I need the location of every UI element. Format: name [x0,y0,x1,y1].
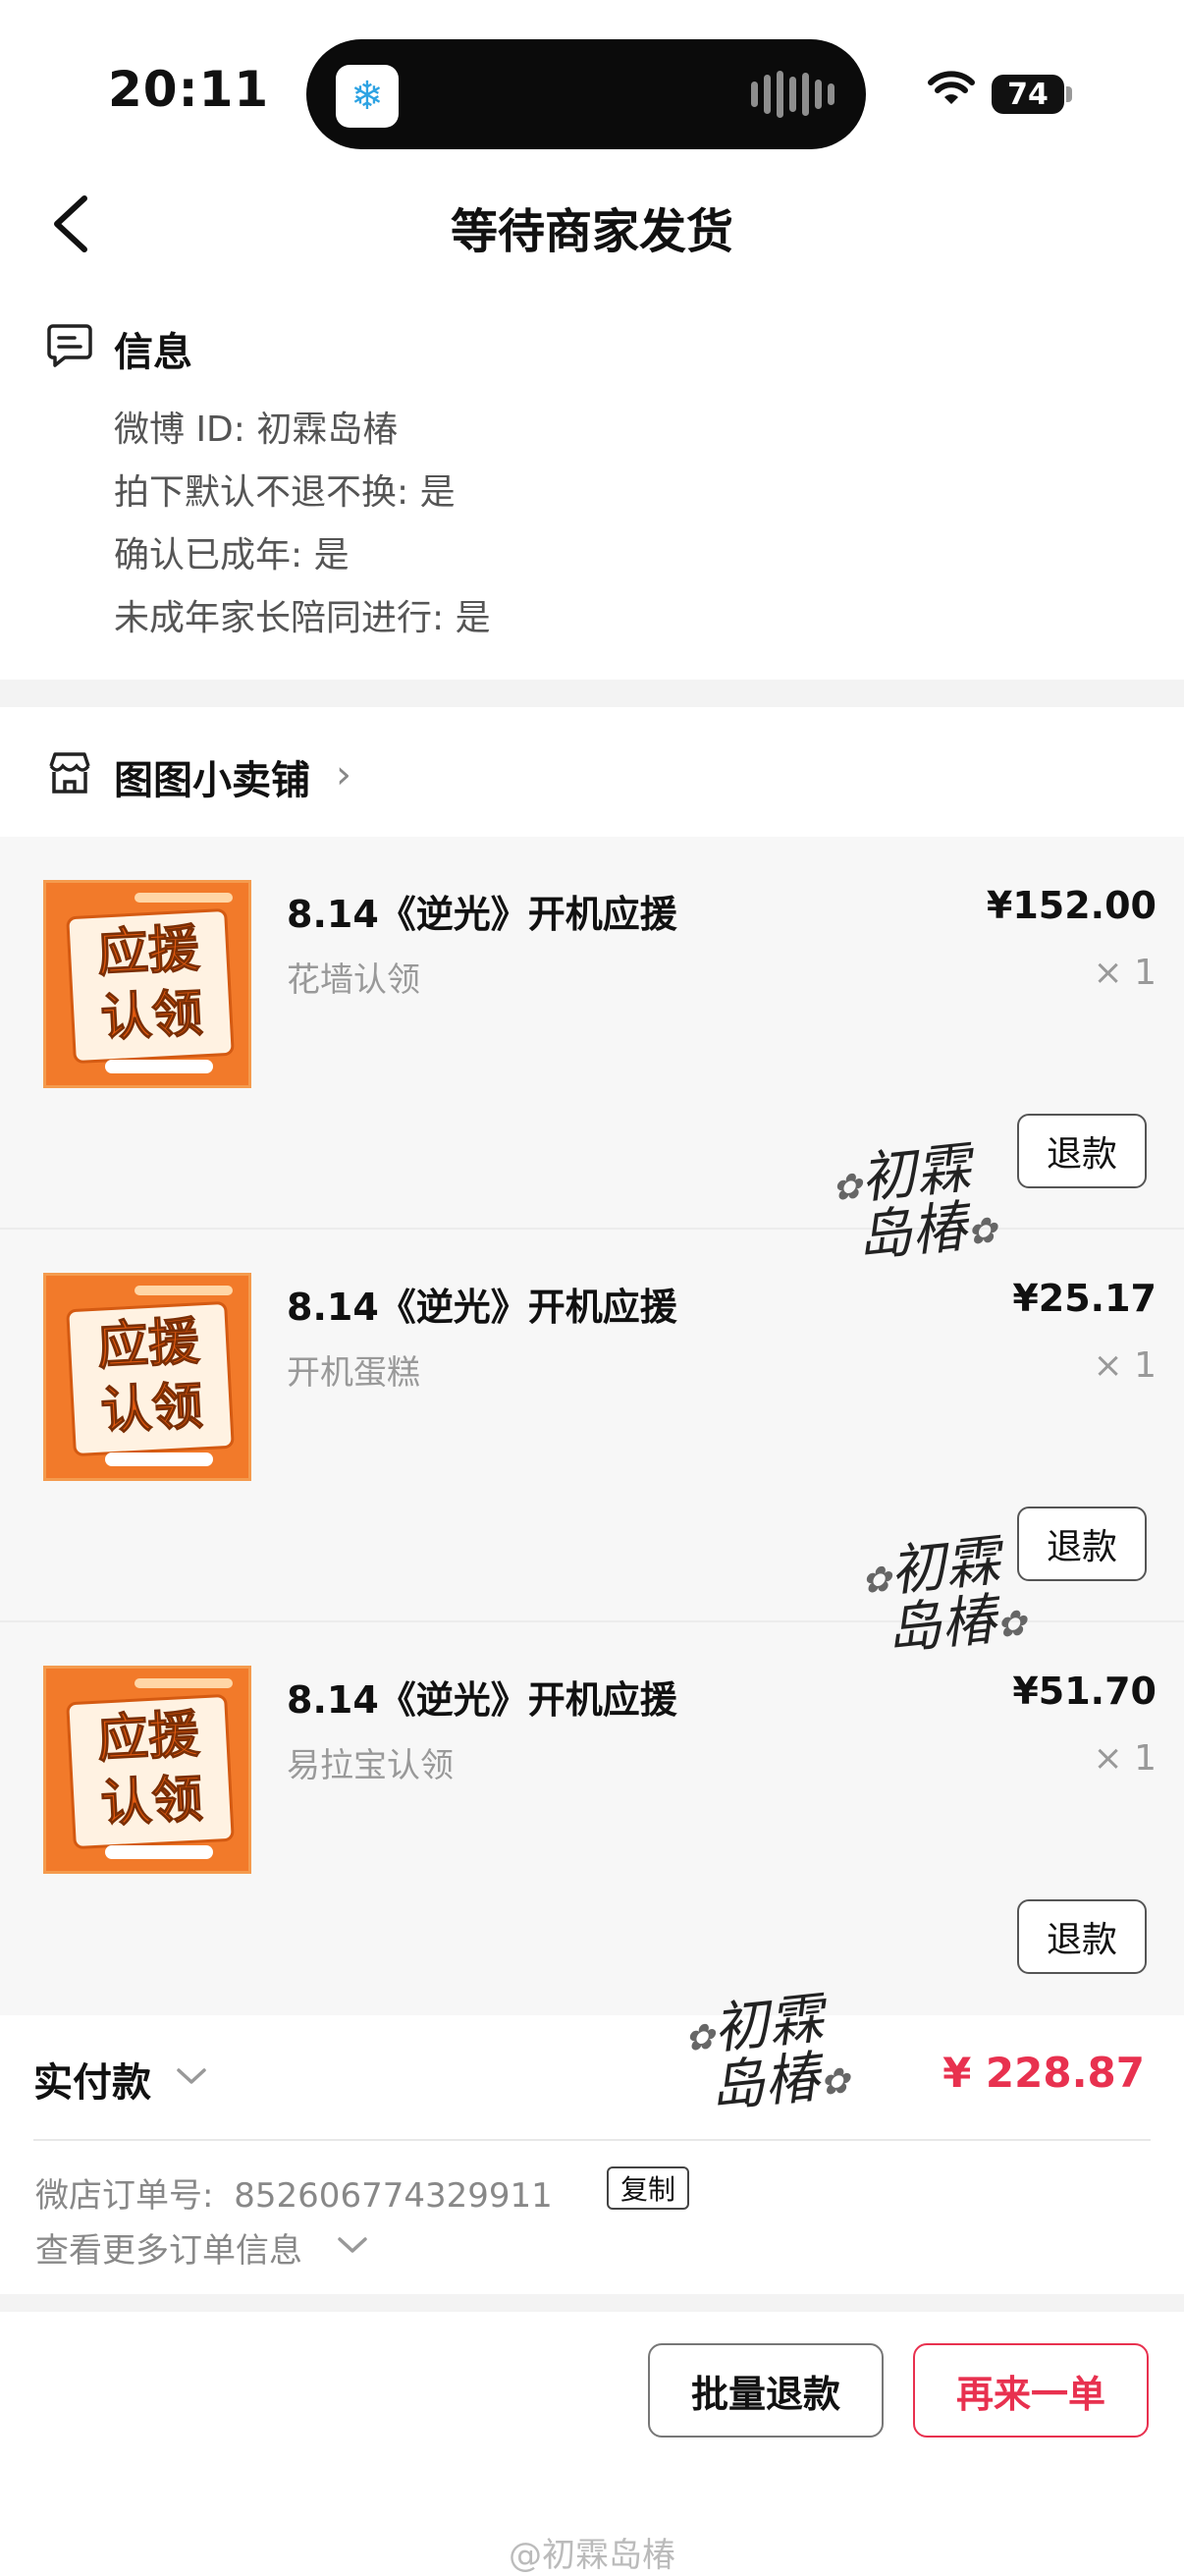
product-title: 8.14《逆光》开机应援 [287,893,677,936]
product-thumbnail[interactable]: 应援 认领 [43,1273,251,1481]
thumbnail-text: 认领 [99,984,205,1049]
watermark-line: 岛椿 [853,1194,970,1271]
thumbnail-text: 应援 [95,1312,201,1377]
product-price: ¥51.70 [1012,1670,1157,1713]
product-price: ¥152.00 [986,884,1157,927]
audio-wave-icon [751,71,834,118]
separator-line [33,2139,1151,2141]
product-variant: 开机蛋糕 [287,1353,420,1393]
info-line-adult-confirm: 确认已成年: 是 [114,535,350,575]
thumbnail-text: 应援 [95,919,201,984]
thumbnail-text: 认领 [99,1377,205,1442]
refund-button[interactable]: 退款 [1017,1507,1147,1581]
watermark-signature: ✿初霖 岛椿✿ [830,1135,999,1271]
order-number-label: 微店订单号: [35,2176,214,2216]
product-item[interactable]: 应援 认领 8.14《逆光》开机应援 花墙认领 ¥152.00 × 1 退款 [0,837,1184,1230]
status-time: 20:11 [108,61,270,118]
batch-refund-button[interactable]: 批量退款 [648,2343,884,2438]
page-title: 等待商家发货 [450,204,733,259]
info-line-guardian: 未成年家长陪同进行: 是 [114,598,491,638]
order-number-value: 852606774329911 [234,2176,553,2216]
product-title: 8.14《逆光》开机应援 [287,1286,677,1329]
dynamic-island: ❄ [306,39,866,149]
more-order-info-link[interactable]: 查看更多订单信息 [35,2223,302,2272]
chevron-right-icon[interactable]: › [336,752,351,797]
section-divider [0,2294,1184,2312]
product-thumbnail[interactable]: 应援 认领 [43,1666,251,1874]
product-quantity: × 1 [1093,1345,1157,1386]
watermark-signature: ✿初霖 岛椿✿ [859,1528,1029,1664]
refund-button[interactable]: 退款 [1017,1114,1147,1188]
product-thumbnail[interactable]: 应援 认领 [43,880,251,1088]
thumbnail-text: 应援 [95,1705,201,1770]
wifi-icon [928,71,975,104]
battery-indicator: 74 [992,75,1064,114]
order-number: 微店订单号: 852606774329911 [35,2168,553,2217]
chevron-left-icon[interactable] [43,192,102,255]
copy-button[interactable]: 复制 [607,2166,690,2210]
chevron-down-icon[interactable] [336,2235,369,2257]
info-line-no-return: 拍下默认不退不换: 是 [114,472,456,513]
product-quantity: × 1 [1093,1738,1157,1779]
total-amount: ¥ 228.87 [942,2049,1145,2097]
thumbnail-text: 认领 [99,1770,205,1835]
product-variant: 花墙认领 [287,960,420,1000]
product-quantity: × 1 [1093,953,1157,993]
product-variant: 易拉宝认领 [287,1746,454,1785]
snowflake-icon: ❄ [336,65,399,128]
product-price: ¥25.17 [1012,1277,1157,1320]
product-title: 8.14《逆光》开机应援 [287,1678,677,1722]
footer-watermark: @初霖岛椿 [509,2536,675,2575]
reorder-button[interactable]: 再来一单 [913,2343,1149,2438]
message-icon [47,324,92,367]
watermark-signature: ✿初霖 岛椿✿ [682,1986,852,2121]
section-divider [0,680,1184,707]
product-item[interactable]: 应援 认领 8.14《逆光》开机应援 易拉宝认领 ¥51.70 × 1 退款 [0,1622,1184,2015]
chevron-down-icon[interactable] [175,2066,208,2088]
watermark-line: 岛椿 [883,1587,999,1664]
watermark-line: 岛椿 [706,2045,823,2121]
info-line-weibo-id: 微博 ID: 初霖岛椿 [114,410,399,450]
battery-tip [1066,86,1072,102]
shop-name[interactable]: 图图小卖铺 [114,748,310,805]
info-section-title: 信息 [114,330,192,375]
total-label[interactable]: 实付款 [33,2051,151,2108]
shop-icon[interactable] [45,748,94,797]
refund-button[interactable]: 退款 [1017,1899,1147,1974]
